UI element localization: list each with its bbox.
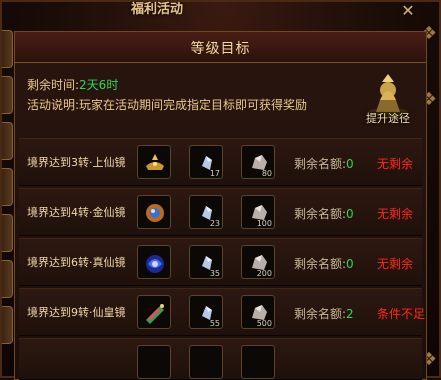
item-quantity: 80 xyxy=(261,169,272,178)
goal-status: 无剩余 xyxy=(377,207,414,221)
item-quantity: 55 xyxy=(209,319,220,328)
quota-label: 剩余名额: xyxy=(294,307,347,321)
orb-icon xyxy=(146,204,164,222)
side-tab[interactable] xyxy=(2,260,13,298)
remaining-quota: 剩余名额:0 xyxy=(294,205,354,222)
reward-slot[interactable]: 200 xyxy=(241,245,275,279)
reward-slot[interactable]: 80 xyxy=(241,145,275,179)
reward-slot[interactable] xyxy=(137,145,171,179)
level-goal-panel: 等级目标 剩余时间:2天6时 活动说明:玩家在活动期间完成指定目标即可获得奖励 … xyxy=(14,31,427,380)
side-tab[interactable] xyxy=(2,76,13,114)
goal-status: 无剩余 xyxy=(377,257,414,271)
panel-title: 等级目标 xyxy=(190,41,251,57)
reward-slot[interactable] xyxy=(137,195,171,229)
goal-status: 无剩余 xyxy=(377,157,414,171)
remaining-time-label: 剩余时间: xyxy=(27,78,80,92)
goal-status: 条件不足 xyxy=(377,307,426,321)
goal-label: 境界达到3转·上仙镜 xyxy=(27,156,126,169)
golden-lamp-icon xyxy=(146,154,164,170)
quota-value: 0 xyxy=(346,257,354,271)
side-tab[interactable] xyxy=(2,122,13,160)
side-tab[interactable] xyxy=(2,30,13,68)
goal-row: 境界达到3转·上仙镜 17 80 剩余名额:0 无剩余 xyxy=(19,138,422,186)
vortex-icon xyxy=(146,255,164,273)
reward-slot[interactable] xyxy=(137,295,171,329)
side-tabs xyxy=(2,30,14,380)
item-quantity: 23 xyxy=(209,219,220,228)
goal-row: 境界达到6转·真仙镜 35 200 剩余名额:0 无剩余 xyxy=(19,238,422,286)
quota-value: 0 xyxy=(346,157,354,171)
remaining-time-value: 2天6时 xyxy=(79,78,119,92)
close-icon[interactable]: ✕ xyxy=(399,2,417,20)
quota-label: 剩余名额: xyxy=(294,157,347,171)
item-quantity: 200 xyxy=(256,269,272,278)
scroll-icon xyxy=(146,304,164,324)
window-title: 福利活动 xyxy=(130,2,183,17)
reward-slot[interactable] xyxy=(137,245,171,279)
reward-slot[interactable]: 35 xyxy=(189,245,223,279)
quota-value: 2 xyxy=(346,307,354,321)
goal-row: 境界达到4转·金仙镜 23 100 剩余名额:0 无剩余 xyxy=(19,188,422,236)
quota-label: 剩余名额: xyxy=(294,207,347,221)
side-tab[interactable] xyxy=(2,306,13,344)
quota-value: 0 xyxy=(346,207,354,221)
remaining-time: 剩余时间:2天6时 xyxy=(27,76,118,93)
goal-row-partial xyxy=(19,338,422,380)
item-quantity: 35 xyxy=(209,269,220,278)
goal-label: 境界达到6转·真仙镜 xyxy=(27,256,126,269)
boost-path-button[interactable]: 提升途径 xyxy=(360,72,416,128)
reward-slot[interactable]: 55 xyxy=(189,295,223,329)
activity-window: 福利活动 ✕ ❖ ❖ ❖ 等级目标 剩余时间:2天6时 活动说明:玩家在活动期间… xyxy=(0,0,441,380)
description-text: 玩家在活动期间完成指定目标即可获得奖励 xyxy=(79,98,308,112)
description-label: 活动说明: xyxy=(27,98,80,112)
panel-header: 等级目标 xyxy=(15,32,426,63)
goal-row: 境界达到9转·仙皇镜 55 500 剩余名额:2 条件不足 xyxy=(19,288,426,336)
quota-label: 剩余名额: xyxy=(294,257,347,271)
reward-slot[interactable]: 100 xyxy=(241,195,275,229)
remaining-quota: 剩余名额:0 xyxy=(294,255,354,272)
remaining-quota: 剩余名额:0 xyxy=(294,155,354,172)
side-tab[interactable] xyxy=(2,214,13,252)
boost-path-label: 提升途径 xyxy=(366,112,410,125)
reward-slot[interactable]: 23 xyxy=(189,195,223,229)
reward-slot[interactable]: 17 xyxy=(189,145,223,179)
remaining-quota: 剩余名额:2 xyxy=(294,305,354,322)
item-quantity: 500 xyxy=(256,319,272,328)
reward-slot[interactable] xyxy=(241,345,275,379)
goal-label: 境界达到9转·仙皇镜 xyxy=(27,306,126,319)
reward-slot[interactable]: 500 xyxy=(241,295,275,329)
goal-label: 境界达到4转·金仙镜 xyxy=(27,206,126,219)
side-tab[interactable] xyxy=(2,168,13,206)
reward-slot[interactable] xyxy=(189,345,223,379)
activity-description: 活动说明:玩家在活动期间完成指定目标即可获得奖励 xyxy=(27,96,307,113)
item-quantity: 17 xyxy=(209,169,220,178)
item-quantity: 100 xyxy=(256,219,272,228)
reward-slot[interactable] xyxy=(137,345,171,379)
